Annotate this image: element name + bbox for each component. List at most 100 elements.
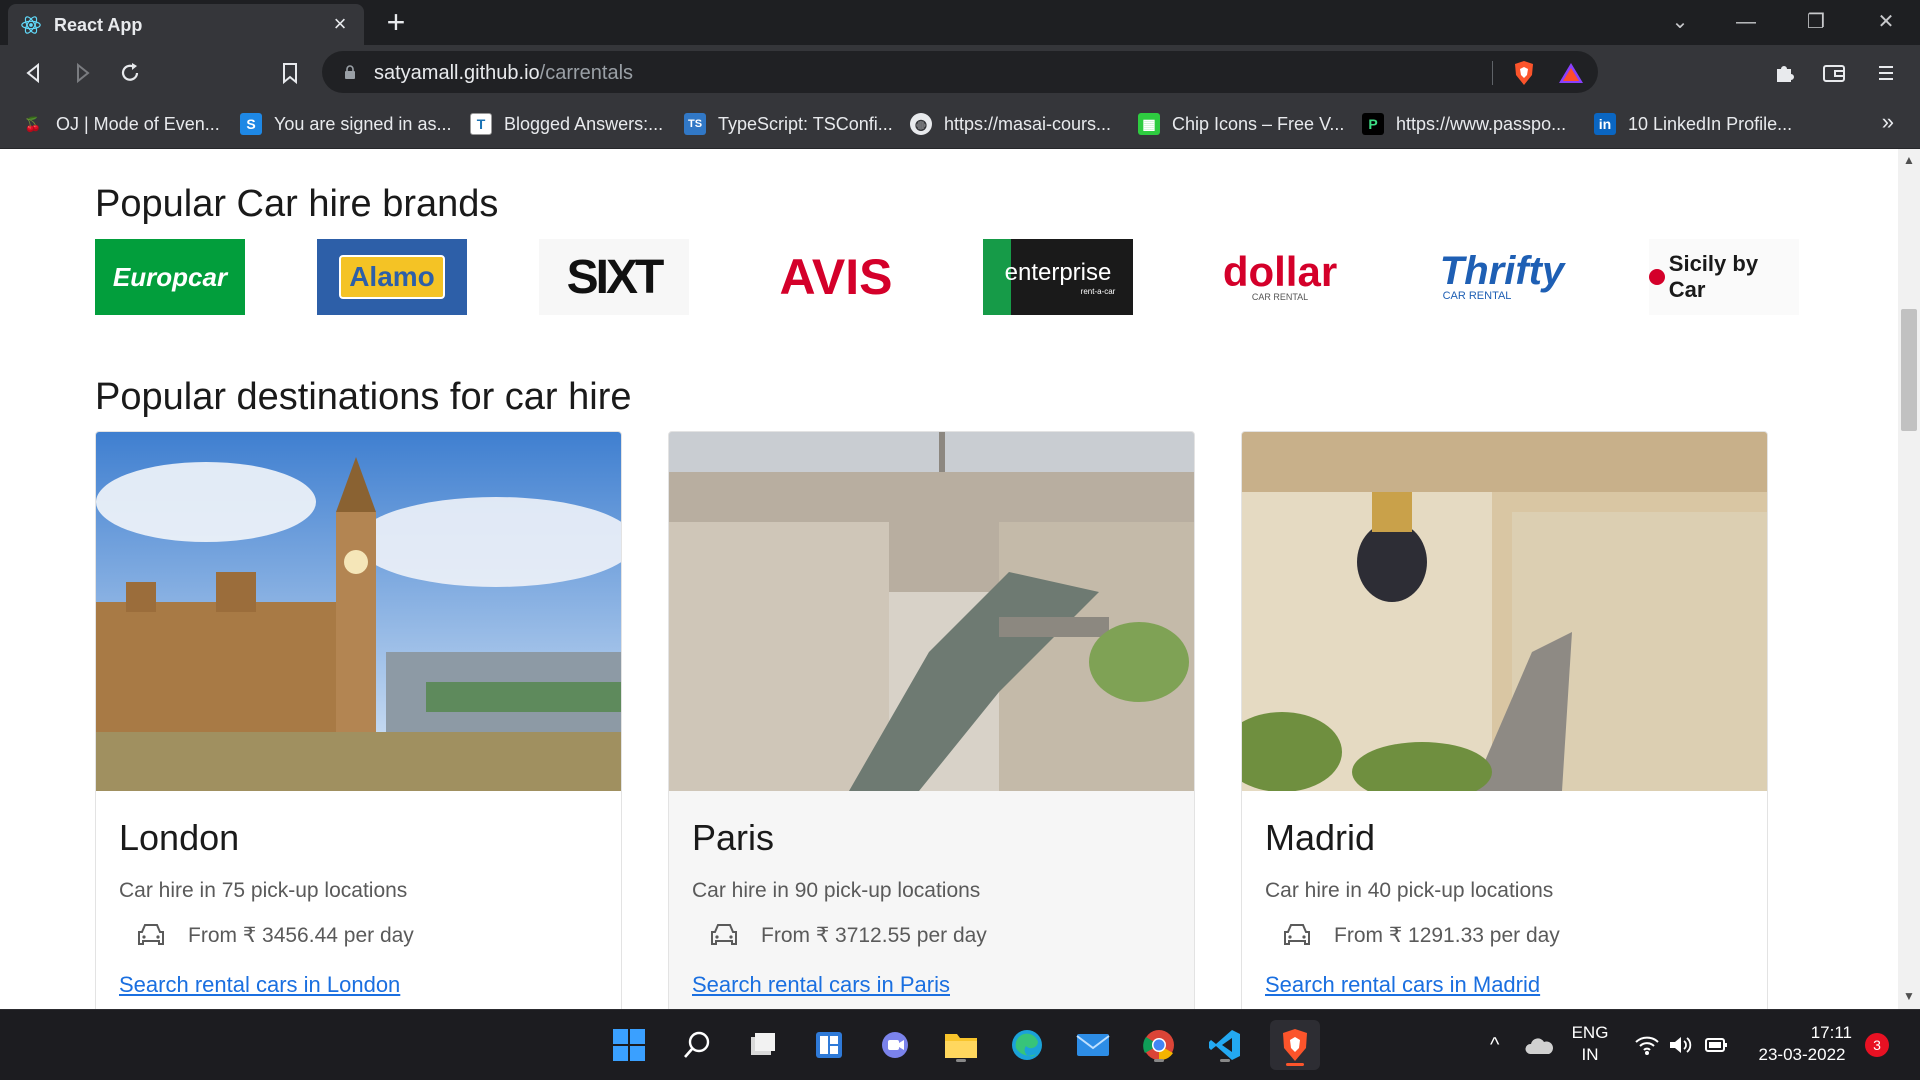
card-locations: Car hire in 90 pick-up locations <box>692 879 981 902</box>
card-city: Paris <box>692 817 775 858</box>
search-madrid-link[interactable]: Search rental cars in Madrid <box>1265 972 1540 998</box>
tab-react-app[interactable]: React App × <box>8 4 364 45</box>
vscode-button[interactable] <box>1204 1024 1246 1066</box>
destination-card-madrid[interactable]: Madrid Car hire in 40 pick-up locations … <box>1241 431 1768 1009</box>
show-hidden-icons[interactable]: ^ <box>1490 1034 1499 1056</box>
teams-chat-icon <box>882 1032 908 1058</box>
teams-chat-button[interactable] <box>874 1024 916 1066</box>
bookmark-item[interactable]: 🍒 OJ | Mode of Even... <box>22 109 219 139</box>
edge-icon <box>1012 1030 1042 1060</box>
brand-logo-sicily-by-car[interactable]: Sicily by Car <box>1649 239 1799 315</box>
folder-icon <box>945 1034 977 1058</box>
active-indicator <box>1154 1059 1164 1062</box>
active-indicator <box>1220 1059 1230 1062</box>
london-photo <box>96 432 621 791</box>
windows-taskbar: ^ ENG IN 17:11 23-03-2022 <box>0 1009 1920 1080</box>
forward-icon[interactable] <box>66 57 98 89</box>
car-icon <box>711 924 737 945</box>
paris-photo <box>669 432 1194 791</box>
active-indicator <box>1286 1063 1304 1066</box>
brand-logo-dollar[interactable]: dollar CAR RENTAL <box>1205 239 1355 315</box>
brand-logo-row: Europcar Alamo SIXT AVIS enterprise rent… <box>95 239 1799 315</box>
clock[interactable]: 17:11 23-03-2022 <box>1752 1022 1852 1066</box>
bookmark-item[interactable]: S You are signed in as... <box>240 109 451 139</box>
tab-search-icon[interactable]: ⌄ <box>1664 8 1696 36</box>
brand-logo-thrifty[interactable]: Thrifty CAR RENTAL <box>1427 239 1577 315</box>
bookmark-icon[interactable] <box>274 57 306 89</box>
back-icon[interactable] <box>18 57 50 89</box>
brand-logo-europcar[interactable]: Europcar <box>95 239 245 315</box>
scroll-down-icon[interactable]: ▼ <box>1902 989 1916 1003</box>
search-london-link[interactable]: Search rental cars in London <box>119 972 400 998</box>
tab-strip: React App × + ⌄ — ❐ ✕ <box>0 0 1920 45</box>
globe-icon: ◍ <box>910 113 932 135</box>
bookmark-item[interactable]: ▦ Chip Icons – Free V... <box>1138 109 1344 139</box>
destination-card-london[interactable]: London Car hire in 75 pick-up locations … <box>95 431 622 1009</box>
edge-button[interactable] <box>1006 1024 1048 1066</box>
card-locations: Car hire in 75 pick-up locations <box>119 879 408 902</box>
browser-window: React App × + ⌄ — ❐ ✕ satyamall.github.i… <box>0 0 1920 1080</box>
brave-icon <box>1283 1029 1307 1061</box>
passport-icon: P <box>1362 113 1384 135</box>
restore-button[interactable]: ❐ <box>1800 8 1832 36</box>
start-button[interactable] <box>608 1024 650 1066</box>
scroll-thumb[interactable] <box>1901 309 1917 431</box>
wallet-icon[interactable] <box>1818 57 1850 89</box>
active-indicator <box>956 1059 966 1062</box>
car-icon <box>138 924 164 945</box>
bookmarks-bar: 🍒 OJ | Mode of Even... S You are signed … <box>0 99 1920 149</box>
onedrive-icon[interactable] <box>1524 1036 1554 1056</box>
card-price-row: From ₹ 1291.33 per day <box>1282 922 1560 948</box>
sicily-flag-icon <box>1649 269 1665 285</box>
chrome-icon <box>1143 1030 1174 1061</box>
chrome-button[interactable] <box>1138 1024 1180 1066</box>
vscode-icon <box>1209 1030 1240 1060</box>
brands-heading: Popular Car hire brands <box>95 183 499 225</box>
bookmark-item[interactable]: T Blogged Answers:... <box>470 109 663 139</box>
brand-logo-alamo[interactable]: Alamo <box>317 239 467 315</box>
more-bookmarks-icon[interactable]: » <box>1882 109 1894 135</box>
notification-badge[interactable]: 3 <box>1865 1033 1889 1057</box>
lock-icon <box>345 65 355 79</box>
wifi-icon[interactable] <box>1634 1034 1660 1056</box>
card-price: From ₹ 1291.33 per day <box>1334 923 1560 947</box>
extensions-icon[interactable] <box>1768 57 1800 89</box>
brand-logo-enterprise[interactable]: enterprise rent-a-car <box>983 239 1133 315</box>
bookmark-item[interactable]: in 10 LinkedIn Profile... <box>1594 109 1792 139</box>
windows-logo-icon <box>613 1029 645 1061</box>
brave-button[interactable] <box>1270 1020 1320 1070</box>
close-window-button[interactable]: ✕ <box>1870 8 1902 36</box>
brand-logo-avis[interactable]: AVIS <box>761 239 911 315</box>
destination-card-paris[interactable]: Paris Car hire in 90 pick-up locations F… <box>668 431 1195 1009</box>
reload-icon[interactable] <box>114 57 146 89</box>
menu-icon[interactable] <box>1870 57 1902 89</box>
search-icon <box>684 1031 710 1058</box>
brave-shields-icon[interactable] <box>1512 60 1536 86</box>
task-view-button[interactable] <box>742 1024 784 1066</box>
bookmark-item[interactable]: ◍ https://masai-cours... <box>910 109 1111 139</box>
search-paris-link[interactable]: Search rental cars in Paris <box>692 972 950 998</box>
new-tab-button[interactable]: + <box>380 6 412 38</box>
language-indicator[interactable]: ENG IN <box>1568 1022 1612 1066</box>
close-tab-icon[interactable]: × <box>328 12 352 36</box>
page-scrollbar[interactable]: ▲ ▼ <box>1898 149 1920 1009</box>
bookmark-item[interactable]: P https://www.passpo... <box>1362 109 1566 139</box>
s-logo-icon: S <box>240 113 262 135</box>
search-button[interactable] <box>676 1024 718 1066</box>
mail-button[interactable] <box>1072 1024 1114 1066</box>
card-price-row: From ₹ 3456.44 per day <box>136 922 414 948</box>
volume-icon[interactable] <box>1668 1034 1694 1056</box>
widgets-button[interactable] <box>808 1024 850 1066</box>
card-price-row: From ₹ 3712.55 per day <box>709 922 987 948</box>
brave-rewards-icon[interactable] <box>1558 62 1584 84</box>
scroll-up-icon[interactable]: ▲ <box>1902 153 1916 167</box>
url-text: satyamall.github.io/carrentals <box>374 62 634 84</box>
bookmark-item[interactable]: TS TypeScript: TSConfi... <box>684 109 893 139</box>
address-bar[interactable]: satyamall.github.io/carrentals <box>322 51 1598 93</box>
brand-logo-sixt[interactable]: SIXT <box>539 239 689 315</box>
minimize-button[interactable]: — <box>1730 8 1762 36</box>
file-explorer-button[interactable] <box>940 1024 982 1066</box>
card-city: Madrid <box>1265 817 1376 858</box>
card-locations: Car hire in 40 pick-up locations <box>1265 879 1554 902</box>
battery-icon[interactable] <box>1704 1034 1730 1056</box>
